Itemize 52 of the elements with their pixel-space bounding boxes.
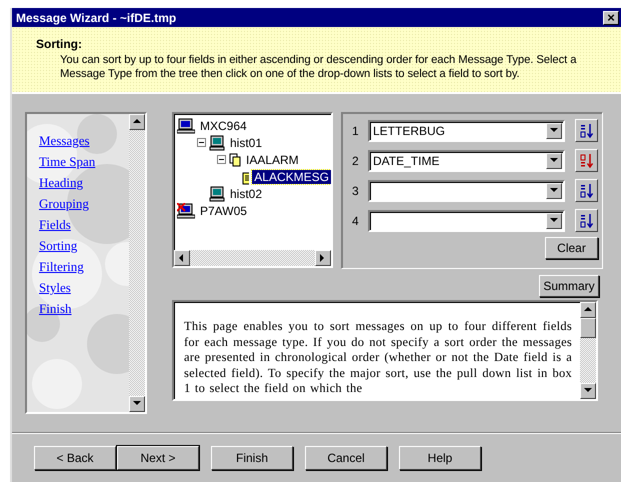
scrollbar[interactable] [580, 302, 596, 399]
help-text: This page enables you to sort messages on up to four different fields for each message type. If you do not specify a sort order the messages are presented in chronological order (whether or not the Date field is a selected field). To specify the major sort, use the pull down list in box 1 to select the field on which the [183, 318, 573, 397]
documents-icon [229, 152, 241, 166]
clear-button[interactable]: Clear [545, 237, 598, 259]
tree-item[interactable]: hist01 [228, 136, 264, 150]
computer-icon [177, 118, 195, 134]
close-button[interactable]: × [603, 10, 619, 24]
step-description: You can sort by up to four fields in either ascending or descending order for each Message Type. Select a Message Type from the tree then click on one of the drop-down lists to select a field to sort by. [60, 53, 578, 81]
nav-link[interactable]: Filtering [39, 258, 84, 275]
step-title: Sorting: [36, 37, 83, 51]
nav-link[interactable]: Messages [39, 132, 90, 149]
wizard-button[interactable]: Cancel [305, 446, 387, 470]
scrollbar[interactable] [174, 250, 331, 266]
sort-order-button[interactable] [575, 119, 598, 142]
disconnected-computer-icon [177, 202, 195, 218]
wizard-button[interactable]: < Back [34, 446, 116, 470]
collapse-toggle[interactable] [197, 138, 206, 147]
window-title: Message Wizard - ~ifDE.tmp [16, 10, 176, 24]
scroll-thumb[interactable] [580, 318, 596, 338]
wizard-button[interactable]: Next > [117, 446, 199, 470]
wizard-button[interactable]: Help [399, 446, 481, 470]
nav-link[interactable]: Time Span [39, 153, 96, 170]
wizard-button[interactable]: Finish [211, 446, 293, 470]
nav-link[interactable]: Finish [39, 300, 72, 317]
field-dropdown[interactable] [368, 210, 565, 232]
nav-link[interactable]: Styles [39, 279, 71, 296]
computer-icon [209, 186, 225, 202]
nav-link[interactable]: Fields [39, 216, 71, 233]
sort-order-button[interactable] [575, 179, 598, 202]
nav-link[interactable]: Heading [39, 174, 84, 191]
nav-link[interactable]: Grouping [39, 195, 89, 212]
field-dropdown[interactable] [368, 180, 565, 202]
sort-order-button[interactable] [575, 149, 598, 172]
collapse-toggle[interactable] [217, 155, 226, 164]
tree-item[interactable]: ALACKMESG [252, 170, 331, 184]
field-number: 3 [352, 184, 360, 198]
scrollbar[interactable] [129, 114, 145, 412]
tree-item[interactable]: P7AW05 [198, 204, 249, 218]
sort-order-button[interactable] [575, 209, 598, 232]
field-dropdown[interactable]: DATE_TIME [368, 150, 565, 172]
field-number: 1 [352, 124, 360, 138]
computer-icon [209, 134, 225, 150]
field-number: 4 [352, 214, 360, 228]
minus-icon [198, 139, 205, 146]
summary-button[interactable]: Summary [539, 275, 599, 297]
tree-item[interactable]: MXC964 [198, 118, 249, 132]
field-dropdown[interactable]: LETTERBUG [368, 120, 565, 142]
tree-item[interactable]: hist02 [228, 186, 264, 200]
minus-icon [218, 156, 225, 163]
nav-link[interactable]: Sorting [39, 237, 78, 254]
tree-item[interactable]: IAALARM [244, 152, 301, 166]
field-number: 2 [352, 154, 360, 168]
